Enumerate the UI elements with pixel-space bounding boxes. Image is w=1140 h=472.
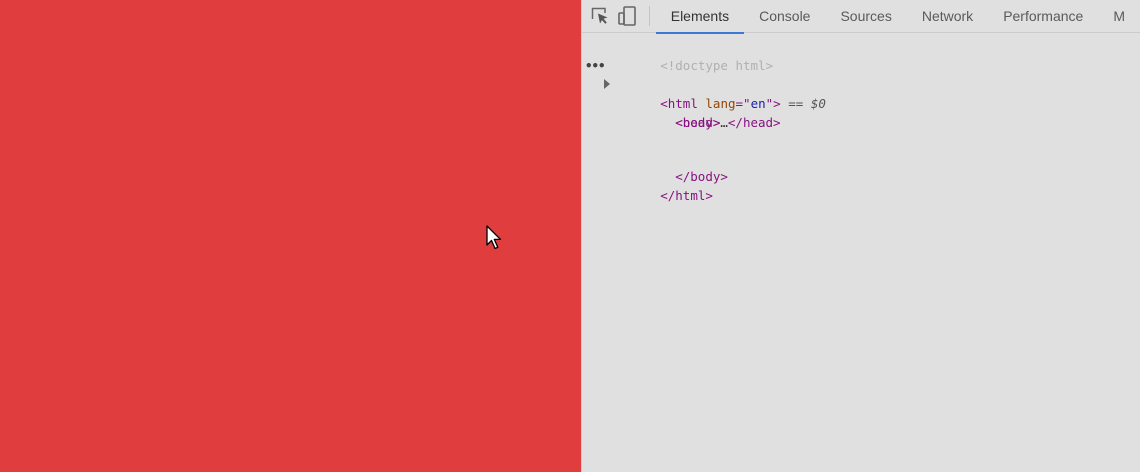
tab-memory[interactable]: M bbox=[1098, 0, 1140, 33]
device-toolbar-icon[interactable] bbox=[618, 4, 637, 28]
inspect-element-icon[interactable] bbox=[591, 4, 610, 28]
html-close-tag: </html> bbox=[660, 188, 713, 203]
node-actions-ellipsis[interactable]: ••• bbox=[585, 56, 606, 75]
page-viewport[interactable] bbox=[0, 0, 581, 472]
tab-performance[interactable]: Performance bbox=[988, 0, 1098, 33]
dom-node-html-close[interactable]: </html> bbox=[582, 167, 1140, 203]
tab-console[interactable]: Console bbox=[744, 0, 825, 33]
dom-node-doctype[interactable]: <!doctype html> bbox=[582, 37, 1140, 73]
screen: Elements Console Sources Network Perform… bbox=[0, 0, 1140, 472]
toolbar-divider bbox=[648, 6, 650, 26]
dom-node-body-close[interactable]: </body> bbox=[582, 148, 1140, 184]
dom-node-head[interactable]: <head>…</head> bbox=[582, 75, 1140, 130]
dom-node-html-selected[interactable]: ••• <html lang="en"> == $0 bbox=[582, 56, 1140, 111]
devtools-panel: Elements Console Sources Network Perform… bbox=[581, 0, 1140, 472]
mouse-pointer-icon bbox=[486, 225, 502, 250]
expand-arrow-icon[interactable] bbox=[604, 79, 610, 89]
dom-tree: <!doctype html> ••• <html lang="en"> == … bbox=[582, 33, 1140, 203]
devtools-toolbar: Elements Console Sources Network Perform… bbox=[582, 0, 1140, 34]
tab-network[interactable]: Network bbox=[907, 0, 988, 33]
dom-node-body[interactable]: <body> bbox=[582, 94, 1140, 130]
tab-elements[interactable]: Elements bbox=[655, 0, 745, 34]
dom-body-empty-content bbox=[582, 113, 1140, 148]
tab-sources[interactable]: Sources bbox=[825, 0, 906, 33]
